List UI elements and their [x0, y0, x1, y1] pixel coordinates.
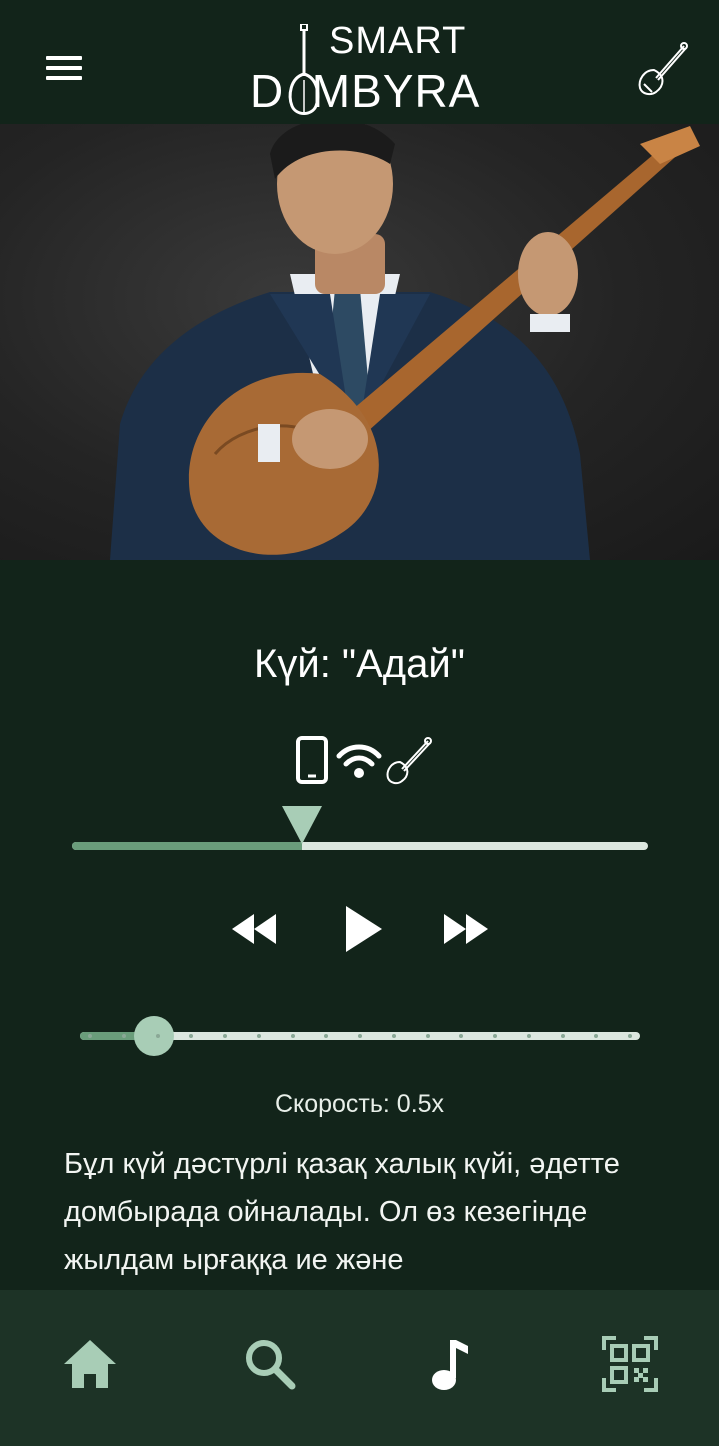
speed-tick	[391, 1034, 396, 1038]
dombyra-player-photo	[110, 124, 700, 560]
home-icon[interactable]	[60, 1334, 120, 1394]
hero-image	[0, 124, 719, 560]
speed-thumb[interactable]	[133, 1016, 174, 1056]
wifi-icon	[336, 744, 382, 778]
connection-status	[292, 736, 442, 786]
bottom-navigation	[0, 1290, 719, 1446]
fast-forward-icon[interactable]	[440, 896, 490, 962]
rewind-icon[interactable]	[230, 896, 280, 962]
progress-fill	[72, 842, 303, 850]
phone-icon	[296, 736, 328, 784]
track-title: Күй: "Адай"	[254, 642, 465, 686]
speed-tick	[290, 1034, 295, 1038]
dombyra-icon	[386, 737, 432, 785]
dombyra-icon[interactable]	[634, 40, 692, 98]
speed-tick	[425, 1034, 430, 1038]
speed-label: Скорость: 0.5x	[274, 1090, 445, 1118]
app-logo: SMART D MBYRA	[250, 18, 510, 118]
music-note-icon[interactable]	[420, 1334, 480, 1394]
speed-tick	[155, 1034, 160, 1038]
speed-tick	[256, 1034, 261, 1038]
logo-text-line2: D MBYRA	[250, 65, 481, 117]
search-icon[interactable]	[240, 1334, 300, 1394]
playback-progress-slider[interactable]	[72, 804, 648, 854]
speed-slider[interactable]	[80, 1012, 640, 1062]
hamburger-menu-icon[interactable]	[40, 48, 88, 88]
speed-tick	[121, 1034, 126, 1038]
speed-tick	[493, 1034, 497, 1038]
speed-tick	[223, 1034, 227, 1038]
track-description: Бұл күй дәстүрлі қазақ халық күйі, әдетт…	[64, 1148, 620, 1276]
app-root: SMART D MBYRA Күй: "Адай" Скорость: 0.5x…	[0, 0, 719, 1446]
qr-code-icon[interactable]	[600, 1334, 660, 1394]
speed-tick	[358, 1034, 362, 1038]
top-app-bar: SMART D MBYRA	[0, 0, 719, 124]
play-icon[interactable]	[338, 896, 388, 962]
speed-tick	[628, 1034, 632, 1038]
playback-controls	[0, 896, 719, 962]
speed-tick	[526, 1034, 531, 1038]
progress-thumb[interactable]	[282, 806, 323, 844]
speed-tick	[560, 1034, 565, 1038]
speed-tick	[88, 1034, 92, 1038]
logo-text-line1: SMART	[329, 20, 467, 62]
